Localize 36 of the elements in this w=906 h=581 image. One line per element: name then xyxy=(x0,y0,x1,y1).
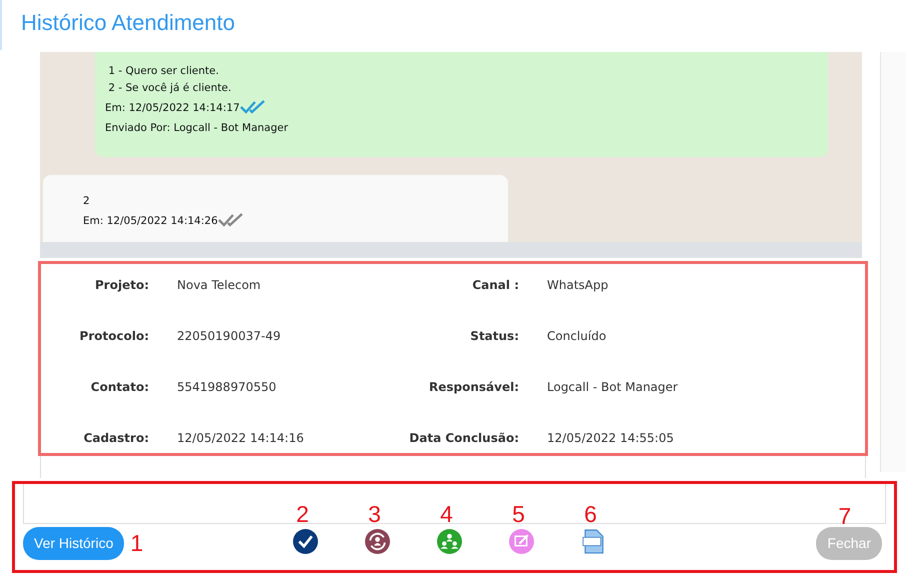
field-label: Canal : xyxy=(471,277,519,294)
annotation-number: 5 xyxy=(512,503,525,526)
field-label: Contato: xyxy=(90,379,149,396)
field-label: Protocolo: xyxy=(78,328,149,345)
refresh-user-icon[interactable] xyxy=(365,529,390,554)
field-label: Cadastro: xyxy=(82,430,149,447)
annotation-number: 4 xyxy=(440,503,453,526)
field-label: Data Conclusão: xyxy=(408,430,519,447)
pdf-file-icon[interactable] xyxy=(581,529,606,554)
message-sender: Enviado Por: Logcall - Bot Manager xyxy=(105,121,290,136)
message-timestamp: Em: 12/05/2022 14:14:26 xyxy=(83,215,218,227)
edit-icon[interactable] xyxy=(509,529,534,554)
field-label: Projeto: xyxy=(94,277,149,294)
field-value: 5541988970550 xyxy=(176,379,278,396)
field-value: WhatsApp xyxy=(546,277,610,294)
field-value: Logcall - Bot Manager xyxy=(546,379,679,396)
message-text: 1 - Quero ser cliente. xyxy=(107,64,220,79)
message-text: 2 xyxy=(83,194,91,209)
annotation-number: 3 xyxy=(368,503,381,526)
field-label: Status: xyxy=(469,328,519,345)
field-value: 12/05/2022 14:55:05 xyxy=(546,430,675,447)
message-timestamp: Em: 12/05/2022 14:14:17 xyxy=(105,102,240,114)
annotation-number: 2 xyxy=(296,503,309,526)
field-label: Responsável: xyxy=(428,379,519,396)
field-value: Nova Telecom xyxy=(176,277,262,294)
history-button[interactable]: Ver Histórico xyxy=(23,526,124,560)
field-value: Concluído xyxy=(546,328,608,345)
annotation-number: 6 xyxy=(584,503,597,526)
check-icon[interactable] xyxy=(293,529,318,554)
users-icon[interactable] xyxy=(437,529,462,554)
message-text: 2 - Se você já é cliente. xyxy=(107,81,232,96)
field-value: 12/05/2022 14:14:16 xyxy=(176,430,305,447)
dialog-title: Histórico Atendimento xyxy=(20,9,236,37)
field-value: 22050190037-49 xyxy=(176,328,282,345)
annotation-number: 7 xyxy=(838,504,852,528)
annotation-number: 1 xyxy=(130,532,144,554)
